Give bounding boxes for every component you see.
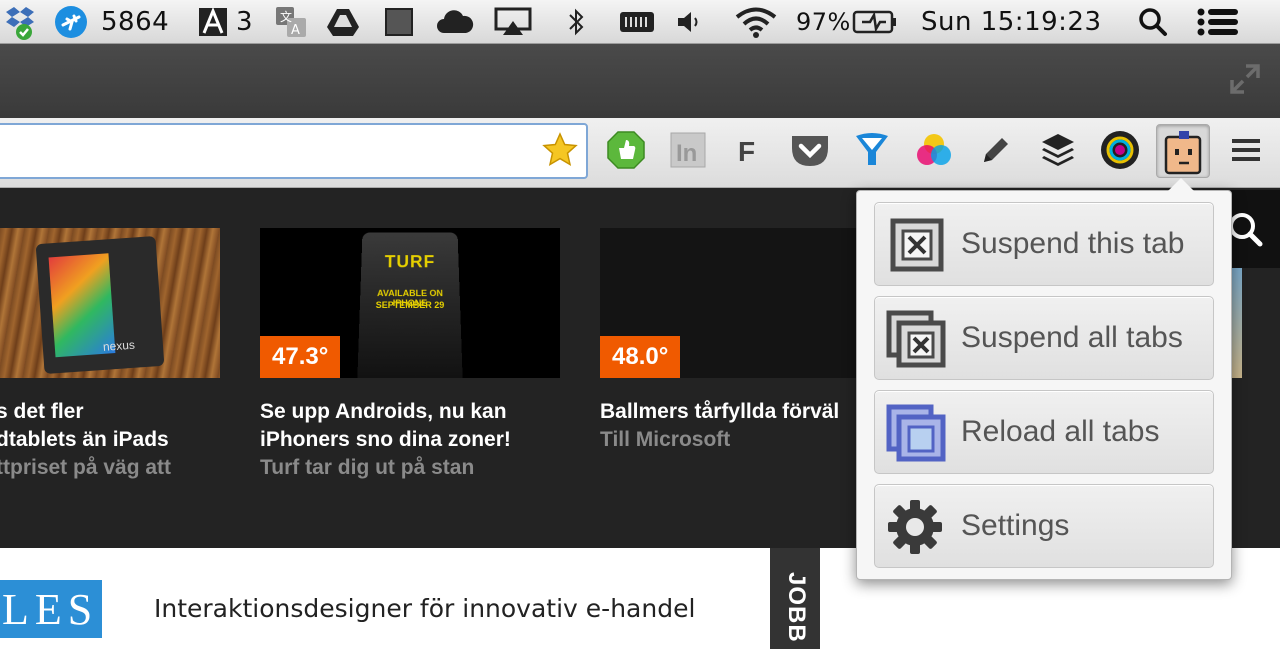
reload-all-tabs-label: Reload all tabs [961,415,1160,448]
flight-count: 5864 [101,7,170,37]
suspend-tab-icon [890,218,944,272]
popup-arrow [1168,178,1194,191]
suspend-all-icon [886,310,946,368]
article-2-title-line1[interactable]: Se upp Androids, nu kan [260,398,507,426]
turf-logo: TURF [384,252,436,272]
spotlight-search-icon[interactable] [1138,0,1168,44]
article-1-title-line2[interactable]: dtablets än iPads [0,426,169,454]
bluetooth-icon[interactable] [566,0,586,44]
settings-button[interactable]: Settings [874,484,1214,568]
google-drive-icon[interactable] [326,0,360,44]
suspender-face-icon [1164,131,1202,175]
phone-poster: TURF AVAILABLE ON IPHONE SEPTEMBER 29 [357,232,463,378]
battery-charging-icon[interactable] [852,0,898,44]
article-2-title-line2[interactable]: iPhoners sno dina zoner! [260,426,511,454]
menubar-clock[interactable]: Sun 15:19:23 [921,0,1102,44]
pocket-icon[interactable] [788,128,832,172]
poster-line2: SEPTEMBER 29 [375,300,445,310]
reload-all-tabs-button[interactable]: Reload all tabs [874,390,1214,474]
browser-menu-icon[interactable] [1224,128,1268,172]
adobe-count: 3 [236,7,254,37]
device-label: nexus [102,337,136,354]
translate-icon[interactable]: 文A [274,0,308,44]
color-picker-icon[interactable] [912,128,956,172]
adobe-icon[interactable] [198,0,228,44]
job-ad-text[interactable]: Interaktionsdesigner för innovativ e-han… [154,594,695,623]
linkedin-extension-icon[interactable]: In [666,128,710,172]
fullscreen-icon[interactable] [1228,62,1262,101]
airplay-icon[interactable] [494,0,532,44]
flight-tracker-icon[interactable] [54,0,88,44]
wifi-icon[interactable] [734,0,778,44]
advertiser-logo[interactable]: LES [0,580,102,638]
buffer-icon[interactable] [1036,128,1080,172]
screen-capture-icon[interactable] [1098,128,1142,172]
notification-center-icon[interactable] [1196,0,1240,44]
gear-icon [888,500,942,554]
article-3-subtitle[interactable]: Till Microsoft [600,426,730,454]
jobb-label: JOBB [783,572,810,643]
window-icon[interactable] [384,0,414,44]
address-bar[interactable] [0,123,588,179]
svg-text:F: F [738,136,755,167]
settings-label: Settings [961,509,1070,542]
article-1-subtitle[interactable]: ttpriset på väg att [0,454,171,482]
suspend-this-tab-label: Suspend this tab [961,227,1185,260]
great-suspender-button[interactable] [1156,124,1210,178]
svg-text:A: A [291,23,300,38]
cloud-icon[interactable] [436,0,474,44]
suspend-this-tab-button[interactable]: Suspend this tab [874,202,1214,286]
temperature-badge: 47.3° [260,336,341,378]
svg-text:文: 文 [280,9,292,24]
feedly-icon[interactable]: F [726,128,770,172]
tablet-box: nexus [35,235,165,375]
temperature-badge: 48.0° [600,336,681,378]
battery-percent: 97% [796,8,851,36]
dropbox-sync-icon[interactable] [0,0,40,44]
suspend-all-tabs-label: Suspend all tabs [961,321,1183,354]
suspend-all-tabs-button[interactable]: Suspend all tabs [874,296,1214,380]
article-2-subtitle[interactable]: Turf tar dig ut på stan [260,454,474,482]
svg-text:In: In [676,140,697,167]
pencil-annotate-icon[interactable] [974,128,1018,172]
article-1-image[interactable]: nexus [0,228,220,378]
volume-icon[interactable] [676,0,702,44]
article-1-title-line1[interactable]: s det fler [0,398,84,426]
reload-all-icon [886,404,946,462]
evernote-web-clipper-icon[interactable] [604,128,648,172]
menu-bar: 5864 3 文A 97% Sun 15:19:23 [0,0,1280,44]
site-search-icon[interactable] [1226,210,1266,250]
browser-title-bar [0,44,1280,118]
tipsy-icon[interactable] [850,128,894,172]
memory-icon[interactable] [618,0,656,44]
article-3-title[interactable]: Ballmers tårfyllda förväl [600,398,856,426]
bookmark-star-icon[interactable] [538,128,582,172]
jobb-side-tab[interactable]: JOBB [770,548,820,649]
